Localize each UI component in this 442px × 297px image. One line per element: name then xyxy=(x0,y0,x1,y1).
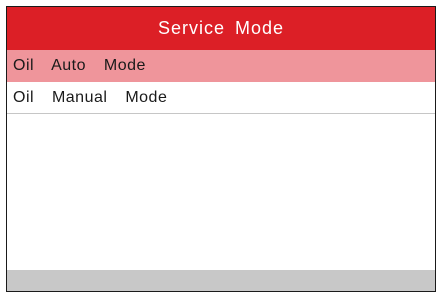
menu-item-label: Oil Auto Mode xyxy=(13,57,146,74)
title-bar: Service Mode xyxy=(7,7,435,50)
page-title: Service Mode xyxy=(157,18,285,38)
menu-item-oil-auto-mode[interactable]: Oil Auto Mode xyxy=(7,50,435,82)
status-bar xyxy=(7,270,435,291)
menu-item-oil-manual-mode[interactable]: Oil Manual Mode xyxy=(7,82,435,114)
menu-list: Oil Auto Mode Oil Manual Mode xyxy=(7,50,435,114)
device-screen: Service Mode Oil Auto Mode Oil Manual Mo… xyxy=(6,6,436,292)
menu-item-label: Oil Manual Mode xyxy=(13,89,168,106)
